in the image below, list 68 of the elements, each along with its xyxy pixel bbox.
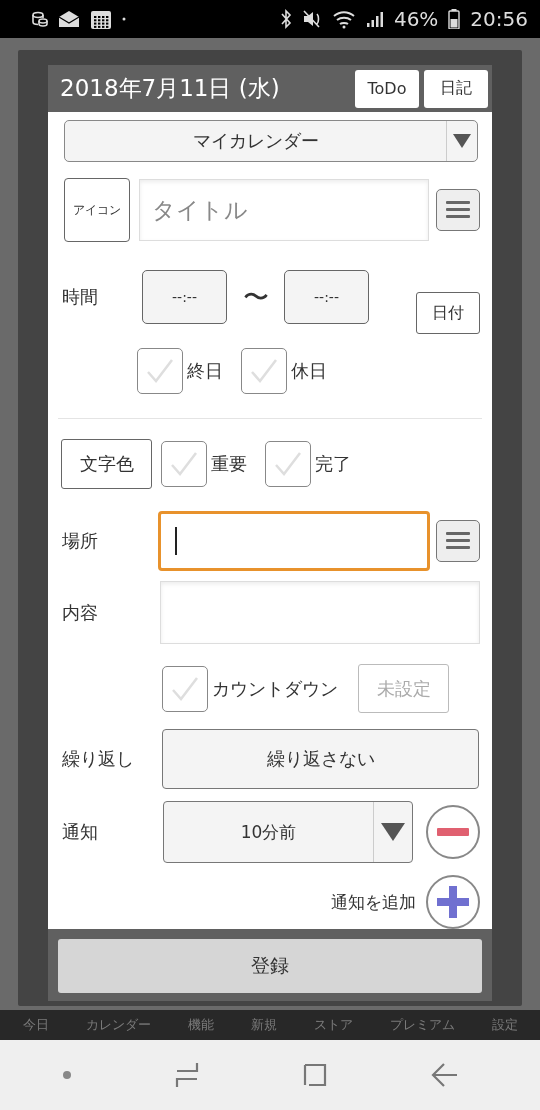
checkbox-label: 終日 xyxy=(187,359,223,383)
date-button[interactable]: 日付 xyxy=(416,292,480,334)
checkbox[interactable] xyxy=(241,348,287,394)
repeat-label: 繰り返し xyxy=(62,747,135,771)
database-icon xyxy=(32,11,48,27)
notification-dropdown[interactable]: 10分前 xyxy=(163,801,413,863)
plus-icon xyxy=(437,886,469,918)
bluetooth-icon xyxy=(279,9,292,29)
battery-percent: 46% xyxy=(393,7,439,31)
checkbox-label: 完了 xyxy=(315,452,351,476)
checkbox[interactable] xyxy=(161,441,207,487)
text-color-button[interactable]: 文字色 xyxy=(61,439,152,489)
checkbox-label: 重要 xyxy=(211,452,247,476)
dropdown-arrow-icon xyxy=(453,134,471,148)
dot-icon[interactable] xyxy=(61,1070,72,1080)
checkbox-label: カウントダウン xyxy=(212,676,338,701)
tab-item[interactable]: プレミアム xyxy=(389,1016,455,1034)
tab-item[interactable]: 新規 xyxy=(250,1016,277,1034)
content-field[interactable] xyxy=(160,581,480,644)
tab-item[interactable]: 設定 xyxy=(491,1016,518,1034)
dot-icon xyxy=(122,17,126,21)
checkmark-icon xyxy=(273,450,303,478)
title-field[interactable]: タイトル xyxy=(139,179,429,241)
repeat-button[interactable]: 繰り返さない xyxy=(162,729,479,789)
tab-item[interactable]: 今日 xyxy=(22,1016,49,1034)
add-notification-label: 通知を追加 xyxy=(331,890,416,914)
remove-notification-button[interactable] xyxy=(426,805,480,859)
checkmark-icon xyxy=(249,357,279,385)
header-button[interactable]: 日記 xyxy=(424,69,488,108)
range-separator: 〜 xyxy=(241,280,270,314)
dialog-title: 2018年7月11日 (水) xyxy=(60,74,281,103)
signal-icon xyxy=(365,10,384,28)
checkmark-icon xyxy=(169,450,199,478)
dropdown-arrow-icon xyxy=(381,823,405,841)
battery-icon xyxy=(448,9,461,29)
clock: 20:56 xyxy=(470,7,528,31)
place-field[interactable] xyxy=(158,511,430,571)
minus-icon xyxy=(437,828,469,836)
time-label: 時間 xyxy=(62,285,99,309)
list-button[interactable] xyxy=(436,520,480,562)
wifi-icon xyxy=(331,9,356,29)
recents-icon[interactable] xyxy=(174,1062,199,1088)
place-label: 場所 xyxy=(62,529,99,553)
calendar-icon xyxy=(90,8,112,30)
tab-item[interactable]: 機能 xyxy=(187,1016,214,1034)
checkmark-icon xyxy=(145,357,175,385)
checkbox-label: 休日 xyxy=(291,359,327,383)
icon-button[interactable]: アイコン xyxy=(64,178,130,242)
tab-item[interactable]: カレンダー xyxy=(85,1016,151,1034)
add-notification-button[interactable] xyxy=(426,875,480,929)
mail-icon xyxy=(58,10,80,28)
checkbox[interactable] xyxy=(265,441,311,487)
content-label: 内容 xyxy=(62,600,99,625)
home-icon[interactable] xyxy=(301,1062,328,1088)
list-icon xyxy=(446,532,470,550)
list-button[interactable] xyxy=(436,189,480,231)
register-button[interactable]: 登録 xyxy=(58,939,482,993)
notification-label: 通知 xyxy=(62,820,99,844)
header-button[interactable]: ToDo xyxy=(355,69,419,108)
list-icon xyxy=(446,201,470,219)
text-cursor xyxy=(175,527,177,555)
tab-item[interactable]: ストア xyxy=(313,1016,353,1034)
checkbox[interactable] xyxy=(137,348,183,394)
start-time-button[interactable]: --:-- xyxy=(142,270,227,324)
end-time-button[interactable]: --:-- xyxy=(284,270,369,324)
back-icon[interactable] xyxy=(430,1062,459,1088)
mute-icon xyxy=(301,9,322,29)
calendar-dropdown[interactable]: マイカレンダー xyxy=(64,120,478,162)
